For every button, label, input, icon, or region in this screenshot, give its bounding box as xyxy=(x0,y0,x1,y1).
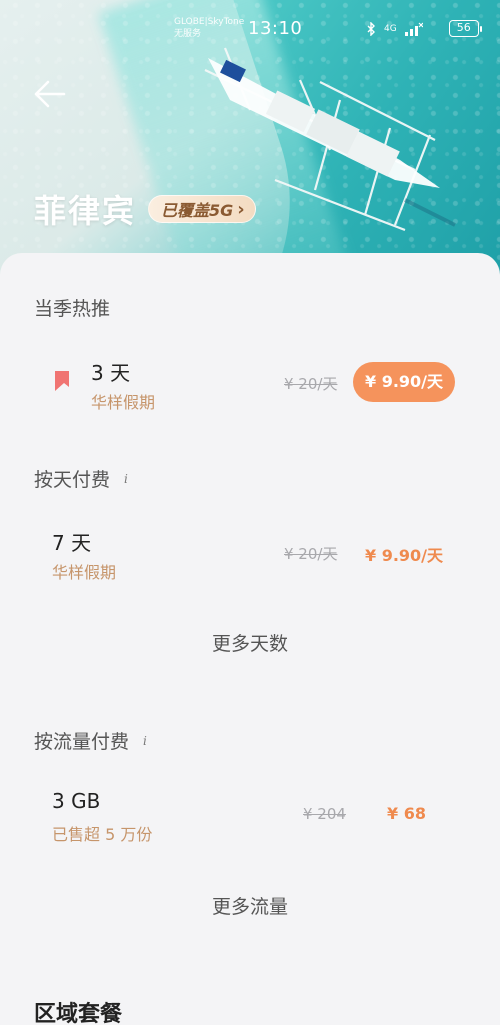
more-days-link[interactable]: 更多天数 xyxy=(0,629,500,656)
more-data-link[interactable]: 更多流量 xyxy=(0,892,500,919)
data-title-text: 按流量付费 xyxy=(34,731,130,753)
section-title-seasonal: 当季热推 xyxy=(34,294,110,321)
coverage-label: 已覆盖5G xyxy=(161,201,234,220)
country-name: 菲律宾 xyxy=(34,192,137,230)
chevron-right-icon: › xyxy=(237,198,245,220)
plan-days: 3 天 xyxy=(91,361,131,385)
plan-row-data[interactable]: 3 GB 已售超 5 万份 ¥ 204 ¥ 68 xyxy=(0,777,500,853)
plan-tag: 华样假期 xyxy=(52,563,117,582)
daily-title-text: 按天付费 xyxy=(34,469,111,491)
info-icon[interactable]: i xyxy=(124,472,128,486)
country-header: 菲律宾 已覆盖5G › xyxy=(34,186,256,232)
plan-sold-count: 已售超 5 万份 xyxy=(52,825,153,844)
info-icon[interactable]: i xyxy=(143,734,147,748)
signal-icon xyxy=(404,22,423,36)
section-title-data: 按流量付费 i xyxy=(34,727,147,754)
screen: GLOBE|SkyTone 无服务 13:10 4G 56 菲律宾 已覆盖5G … xyxy=(0,0,500,1025)
status-time: 13:10 xyxy=(248,18,303,39)
bluetooth-icon xyxy=(367,21,375,36)
section-title-region: 区域套餐 xyxy=(34,1002,123,1025)
carrier-service: 无服务 xyxy=(174,29,202,39)
section-title-daily: 按天付费 i xyxy=(34,465,128,492)
buy-price-button[interactable]: ¥ 9.90/天 xyxy=(353,362,456,402)
hero-banner: GLOBE|SkyTone 无服务 13:10 4G 56 菲律宾 已覆盖5G … xyxy=(0,0,500,290)
status-icons: 4G 56 xyxy=(366,20,482,37)
battery-icon: 56 xyxy=(448,20,482,37)
battery-level: 56 xyxy=(456,21,471,34)
seasonal-title-text: 当季热推 xyxy=(34,298,111,320)
plan-original-price: ¥ 20/天 xyxy=(284,375,338,393)
plan-price: ¥ 68 xyxy=(387,804,426,823)
plan-days: 7 天 xyxy=(52,531,92,555)
plan-original-price: ¥ 20/天 xyxy=(284,545,338,563)
plan-volume: 3 GB xyxy=(52,789,101,813)
network-type: 4G xyxy=(384,23,397,34)
plan-row-seasonal[interactable]: 3 天 华样假期 ¥ 20/天 ¥ 9.90/天 xyxy=(0,345,500,421)
plan-price: ¥ 9.90/天 xyxy=(365,546,444,565)
carrier-info: GLOBE|SkyTone 无服务 xyxy=(174,16,244,40)
status-bar: GLOBE|SkyTone 无服务 13:10 4G 56 xyxy=(0,14,500,46)
back-arrow-icon[interactable] xyxy=(32,76,68,112)
coverage-5g-badge[interactable]: 已覆盖5G › xyxy=(148,195,256,223)
plan-tag: 华样假期 xyxy=(91,393,156,412)
plan-original-price: ¥ 204 xyxy=(303,805,346,823)
carrier-name: GLOBE|SkyTone xyxy=(174,17,245,27)
plan-row-daily[interactable]: 7 天 华样假期 ¥ 20/天 ¥ 9.90/天 xyxy=(0,515,500,591)
